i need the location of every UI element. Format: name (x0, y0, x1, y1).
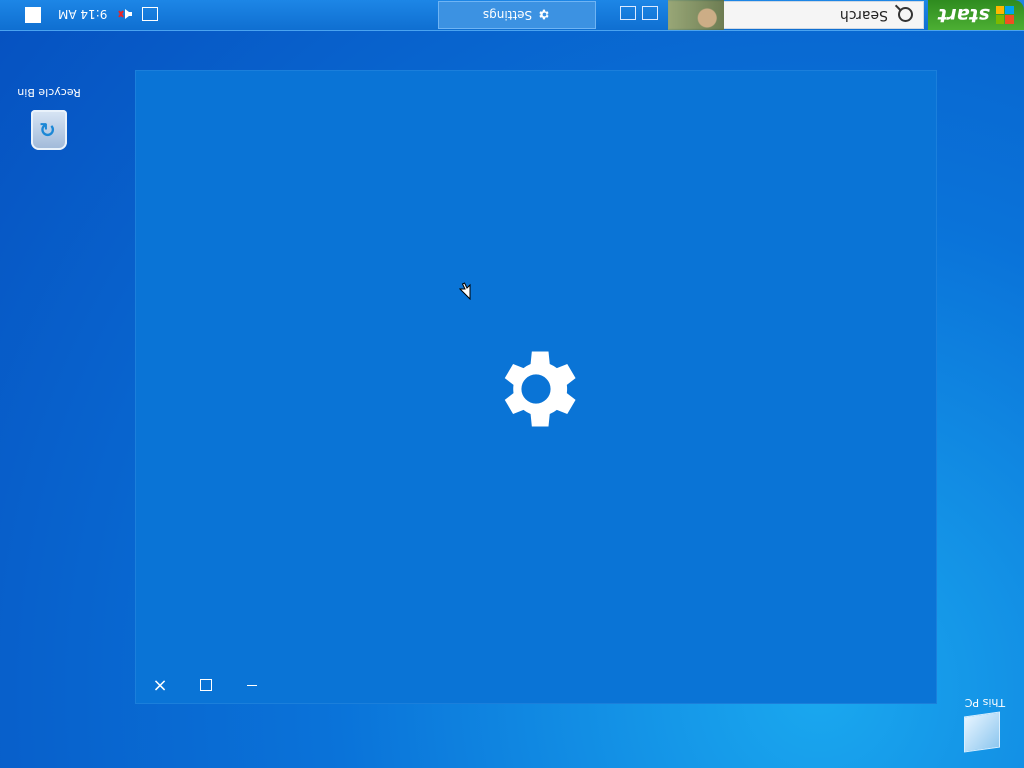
recycle-bin-image (31, 110, 67, 150)
this-pc-icon[interactable]: This PC (950, 692, 1020, 764)
window-controls: × (136, 669, 276, 703)
gear-icon (539, 10, 549, 20)
network-icon[interactable] (142, 7, 158, 21)
quick-launch-icons (620, 6, 664, 24)
system-tray: 9:14 AM (0, 0, 190, 30)
start-button[interactable]: start (928, 0, 1024, 30)
this-pc-label: This PC (964, 696, 1006, 709)
this-pc-image (964, 711, 1000, 753)
close-button[interactable]: × (150, 674, 170, 696)
notification-icon[interactable] (25, 7, 41, 23)
search-icon (894, 4, 917, 26)
windows-flag-icon (995, 6, 1014, 24)
close-icon: × (152, 674, 168, 696)
taskbar-settings-button[interactable]: Settings (438, 1, 596, 29)
volume-muted-icon[interactable] (118, 7, 134, 21)
search-placeholder: Search (839, 7, 888, 23)
start-label: start (938, 4, 990, 26)
window-icon[interactable] (620, 6, 636, 20)
taskbar-settings-label: Settings (482, 8, 533, 22)
folder-icon[interactable] (642, 6, 658, 20)
clock[interactable]: 9:14 AM (58, 7, 107, 21)
recycle-bin-icon[interactable]: Recycle Bin (14, 86, 84, 158)
settings-window: × (135, 70, 937, 704)
recycle-bin-label: Recycle Bin (17, 86, 81, 99)
mouse-cursor-icon (459, 282, 471, 300)
gear-icon (504, 351, 576, 427)
maximize-button[interactable] (196, 675, 216, 695)
taskbar: start Search Settings 9:14 AM (0, 0, 1024, 31)
search-highlight-image (668, 0, 724, 30)
minimize-button[interactable] (242, 675, 262, 695)
